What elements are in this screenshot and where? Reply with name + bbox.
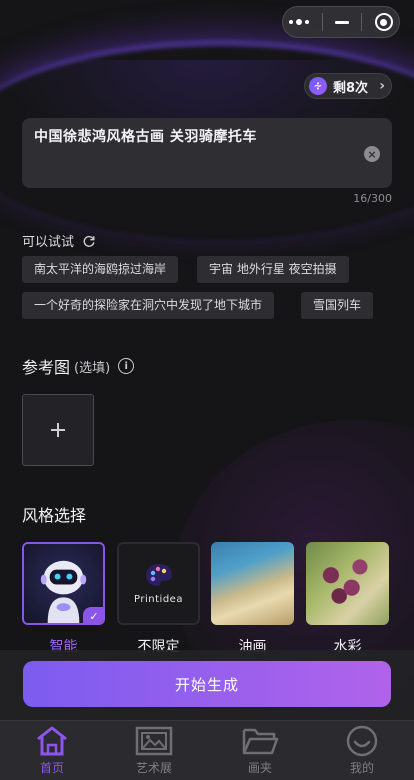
selected-check-icon: ✓ bbox=[83, 607, 103, 623]
miniprogram-capsule bbox=[282, 6, 400, 38]
tab-folder-label: 画夹 bbox=[247, 761, 272, 775]
tab-home[interactable]: 首页 bbox=[0, 721, 104, 780]
style-section-title: 风格选择 bbox=[22, 506, 87, 525]
plus-icon bbox=[51, 423, 65, 437]
add-reference-image-button[interactable] bbox=[22, 394, 94, 466]
watercolor-image bbox=[306, 542, 389, 625]
minimize-icon[interactable] bbox=[334, 20, 349, 24]
chevron-right-icon: › bbox=[379, 78, 385, 94]
reference-optional-label: (选填) bbox=[74, 360, 111, 376]
character-counter: 16/300 bbox=[353, 192, 392, 205]
prompt-text: 中国徐悲鸿风格古画 关羽骑摩托车 bbox=[34, 129, 257, 145]
home-icon bbox=[37, 726, 67, 756]
suggestions-header: 可以试试 bbox=[22, 231, 96, 250]
suggestion-chip[interactable]: 南太平洋的海鸥掠过海岸 bbox=[22, 256, 179, 283]
style-card-oil[interactable] bbox=[211, 542, 294, 625]
suggestion-chip[interactable]: 雪国列车 bbox=[301, 292, 374, 319]
printidea-logo: Printidea bbox=[117, 542, 200, 625]
tab-bar: 首页 艺术展 画夹 我的 bbox=[0, 720, 414, 780]
suggestions-title: 可以试试 bbox=[22, 235, 75, 250]
close-miniprogram-icon[interactable] bbox=[374, 13, 393, 31]
page: ∻ 剩8次 › 中国徐悲鸿风格古画 关羽骑摩托车 × 16/300 可以试试 南… bbox=[0, 0, 414, 780]
prompt-input[interactable]: 中国徐悲鸿风格古画 关羽骑摩托车 × bbox=[22, 118, 392, 188]
reference-title: 参考图 bbox=[22, 358, 71, 377]
style-card-unrestricted[interactable]: Printidea bbox=[117, 542, 200, 625]
style-options: ✓ 智能 Printidea 不限定 油画 水彩 bbox=[22, 542, 392, 662]
tab-profile-label: 我的 bbox=[349, 761, 374, 775]
tab-home-label: 首页 bbox=[39, 761, 64, 775]
suggestion-chip[interactable]: 一个好奇的探险家在洞穴中发现了地下城市 bbox=[22, 292, 275, 319]
credits-label: 剩8次 bbox=[333, 80, 369, 96]
more-options-icon[interactable] bbox=[289, 19, 310, 25]
tab-gallery[interactable]: 艺术展 bbox=[102, 721, 206, 780]
capsule-divider bbox=[361, 13, 363, 31]
capsule-divider bbox=[321, 13, 323, 31]
tab-profile[interactable]: 我的 bbox=[310, 721, 414, 780]
tab-folder[interactable]: 画夹 bbox=[208, 721, 312, 780]
tab-gallery-label: 艺术展 bbox=[135, 761, 172, 775]
info-icon[interactable]: i bbox=[118, 358, 135, 374]
style-card-smart[interactable]: ✓ bbox=[22, 542, 105, 625]
smile-icon bbox=[346, 725, 378, 757]
palette-icon bbox=[145, 564, 172, 586]
style-card-watercolor[interactable] bbox=[306, 542, 389, 625]
folder-icon bbox=[242, 728, 279, 755]
oil-painting-image bbox=[211, 542, 294, 625]
suggestion-chip[interactable]: 宇宙 地外行星 夜空拍摄 bbox=[197, 256, 349, 283]
refresh-icon[interactable] bbox=[82, 234, 96, 248]
credits-icon: ∻ bbox=[309, 77, 327, 95]
gallery-icon bbox=[135, 726, 173, 756]
clear-icon[interactable]: × bbox=[364, 146, 380, 162]
printidea-logo-text: Printidea bbox=[134, 594, 183, 605]
credits-pill[interactable]: ∻ 剩8次 › bbox=[304, 73, 392, 99]
reference-header: 参考图 (选填) i bbox=[22, 354, 135, 378]
start-generate-button[interactable]: 开始生成 bbox=[23, 661, 391, 707]
